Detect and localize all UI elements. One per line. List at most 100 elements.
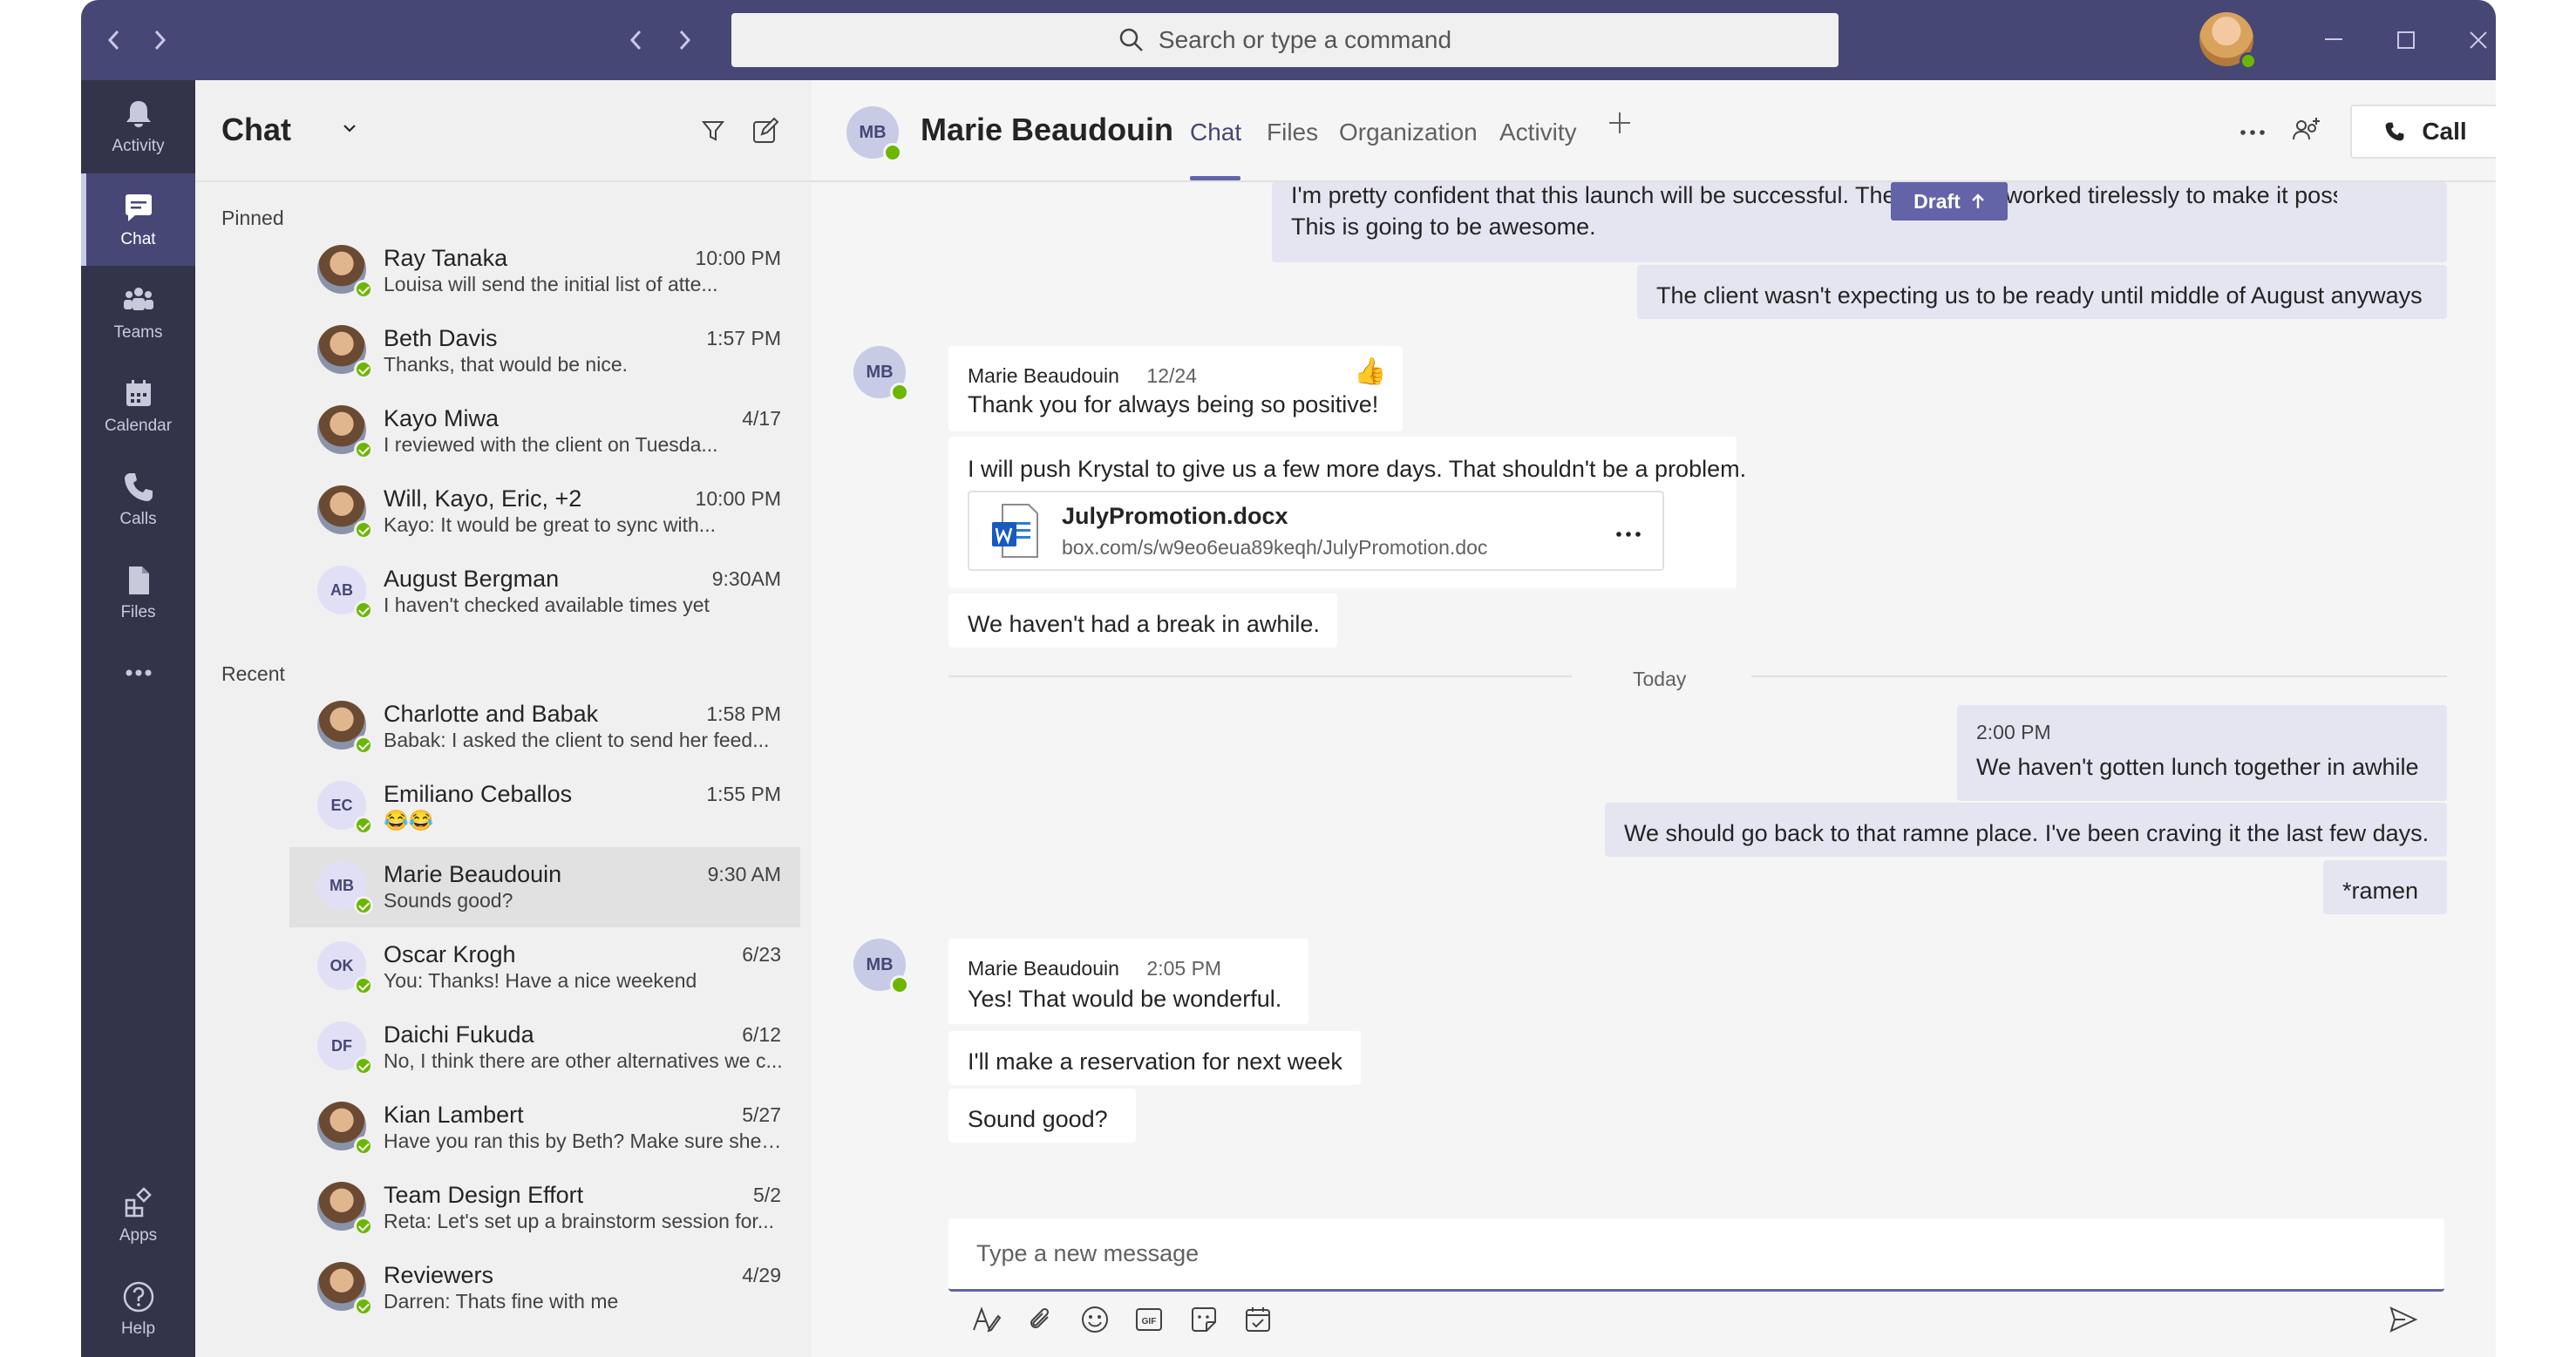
schedule-meeting-icon[interactable] — [1240, 1302, 1275, 1337]
message-time: 9:30 AM — [707, 863, 781, 885]
appbar-files[interactable]: Files — [81, 546, 195, 639]
compose-input[interactable]: Type a new message — [948, 1218, 2444, 1292]
message-time: 5/27 — [742, 1103, 781, 1126]
presence-icon — [354, 1136, 373, 1156]
thumbs-up-icon[interactable]: 👍 — [1354, 356, 1386, 387]
chat-list-item[interactable]: Reviewers 4/29 Darren: Thats fine with me — [289, 1248, 800, 1328]
file-icon — [128, 567, 149, 594]
appbar-calls[interactable]: Calls — [81, 453, 195, 546]
call-main[interactable]: Call — [2352, 106, 2496, 157]
received-message[interactable]: Marie Beaudouin 2:05 PM Yes! That would … — [948, 939, 1308, 1024]
forward-arrow-icon[interactable] — [140, 19, 179, 61]
chat-list-item[interactable]: Ray Tanaka 10:00 PM Louisa will send the i… — [289, 231, 800, 311]
file-name[interactable]: JulyPromotion.docx — [1062, 503, 1288, 530]
message-text: Sound good? — [968, 1106, 1108, 1132]
file-url: box.com/s/w9eo6eua89keqh/JulyPromotion.d… — [1062, 536, 1488, 559]
message-pane: I'm pretty confident that this launch wi… — [812, 182, 2496, 1357]
maximize-icon[interactable] — [2385, 19, 2427, 61]
history-back-icon[interactable] — [617, 19, 656, 61]
history-forward-icon[interactable] — [665, 19, 703, 61]
received-message[interactable]: Sound good? — [948, 1089, 1136, 1143]
received-message[interactable]: Marie Beaudouin 12/24 👍 Thank you for al… — [948, 346, 1403, 431]
tab-activity[interactable]: Activity — [1499, 119, 1577, 146]
chat-list-item[interactable]: EC Emiliano Ceballos 1:55 PM 😂😂 — [289, 767, 800, 847]
file-attachment[interactable]: JulyPromotion.docx box.com/s/w9eo6eua89k… — [968, 491, 1664, 571]
close-icon[interactable] — [2457, 19, 2496, 61]
sticker-icon[interactable] — [1186, 1302, 1221, 1337]
minimize-icon[interactable] — [2313, 19, 2355, 61]
ellipsis-icon — [126, 669, 151, 676]
sent-message[interactable]: The client wasn't expecting us to be rea… — [1637, 265, 2447, 319]
draft-button[interactable]: Draft — [1891, 182, 2008, 221]
send-icon[interactable] — [2386, 1302, 2421, 1337]
presence-icon — [354, 360, 373, 379]
tab-organization[interactable]: Organization — [1339, 119, 1478, 146]
bell-icon — [126, 101, 151, 127]
tab-active-indicator — [1190, 176, 1240, 180]
format-icon[interactable] — [969, 1302, 1003, 1337]
appbar-activity[interactable]: Activity — [81, 80, 195, 173]
sent-message[interactable]: *ramen — [2323, 860, 2447, 914]
more-options-icon[interactable] — [2239, 119, 2267, 151]
tab-files[interactable]: Files — [1267, 119, 1318, 146]
new-chat-icon[interactable] — [746, 112, 785, 150]
contact-name: Will, Kayo, Eric, +2 — [384, 485, 582, 512]
message-preview: Darren: Thats fine with me — [384, 1290, 619, 1313]
appbar-teams[interactable]: Teams — [81, 267, 195, 359]
chat-list-item[interactable]: Charlotte and Babak 1:58 PM Babak: I asked… — [289, 687, 800, 767]
message-preview: Thanks, that would be nice. — [384, 353, 628, 376]
appbar-chat[interactable]: Chat — [81, 173, 195, 266]
appbar-label: Teams — [113, 323, 163, 342]
contact-name: Oscar Krogh — [384, 941, 516, 967]
chat-list-item[interactable]: OK Oscar Krogh 6/23 You: Thanks! Have a nic… — [289, 927, 800, 1008]
appbar-help[interactable]: Help — [81, 1263, 195, 1355]
message-text: We haven't had a break in awhile. — [968, 611, 1320, 637]
message-text: This is going to be awesome. — [1291, 214, 1596, 240]
avatar[interactable]: MB — [853, 346, 909, 402]
presence-icon — [354, 816, 373, 835]
call-label: Call — [2422, 118, 2467, 145]
profile-avatar[interactable] — [2199, 12, 2257, 70]
tab-chat[interactable]: Chat — [1190, 119, 1241, 146]
arrow-up-icon — [1971, 193, 1984, 208]
chat-list-item[interactable]: Beth Davis 1:57 PM Thanks, that would be n… — [289, 311, 800, 391]
sent-message[interactable]: I'm pretty confident that this launch wi… — [1272, 182, 2447, 262]
sent-message[interactable]: 2:00 PM We haven't gotten lunch together… — [1957, 705, 2447, 801]
add-tab-icon[interactable] — [1607, 110, 1633, 142]
avatar[interactable]: MB — [853, 939, 909, 994]
chat-list-item[interactable]: Will, Kayo, Eric, +2 10:00 PM Kayo: It wou… — [289, 472, 800, 552]
chat-list-item[interactable]: DF Daichi Fukuda 6/12 No, I think there are… — [289, 1008, 800, 1088]
back-arrow-icon[interactable] — [95, 19, 133, 61]
chat-list-item[interactable]: MB Marie Beaudouin 9:30 AM Sounds good? — [289, 847, 800, 927]
search-bar[interactable]: Search or type a command — [731, 13, 1839, 67]
filter-icon[interactable] — [694, 112, 732, 150]
chat-list-title[interactable]: Chat — [221, 112, 291, 148]
more-options-icon[interactable] — [1614, 520, 1642, 547]
received-message[interactable]: I will push Krystal to give us a few mor… — [948, 437, 1746, 588]
avatar-initials: DF — [331, 1036, 352, 1055]
gif-icon[interactable]: GIF — [1132, 1302, 1166, 1337]
chat-list-item[interactable]: Kian Lambert 5/27 Have you ran this by Bet… — [289, 1088, 800, 1168]
chat-list-item[interactable]: AB August Bergman 9:30AM I haven't checked … — [289, 552, 800, 632]
appbar-calendar[interactable]: Calendar — [81, 360, 195, 452]
more-apps-icon[interactable] — [81, 638, 195, 708]
message-text: Yes! That would be wonderful. — [968, 986, 1282, 1012]
contact-name: Marie Beaudouin — [384, 861, 562, 887]
attach-icon[interactable] — [1023, 1302, 1057, 1337]
call-button[interactable]: Call — [2350, 105, 2496, 159]
appbar-label: Calls — [119, 510, 157, 528]
add-people-icon[interactable] — [2291, 115, 2322, 151]
avatar[interactable]: MB — [846, 106, 902, 162]
presence-icon — [354, 280, 373, 299]
chat-list-item[interactable]: Team Design Effort 5/2 Reta: Let's set up … — [289, 1168, 800, 1248]
received-message[interactable]: We haven't had a break in awhile. — [948, 594, 1337, 648]
emoji-icon[interactable] — [1077, 1302, 1112, 1337]
received-message[interactable]: I'll make a reservation for next week — [948, 1031, 1361, 1085]
appbar-apps[interactable]: Apps — [81, 1170, 195, 1262]
message-time: 4/17 — [742, 407, 781, 430]
chevron-down-icon[interactable] — [342, 115, 357, 139]
message-time: 5/2 — [753, 1184, 781, 1206]
message-preview: Babak: I asked the client to send her fe… — [384, 729, 770, 751]
sent-message[interactable]: We should go back to that ramne place. I… — [1605, 803, 2447, 857]
chat-list-item[interactable]: Kayo Miwa 4/17 I reviewed with the client … — [289, 391, 800, 472]
